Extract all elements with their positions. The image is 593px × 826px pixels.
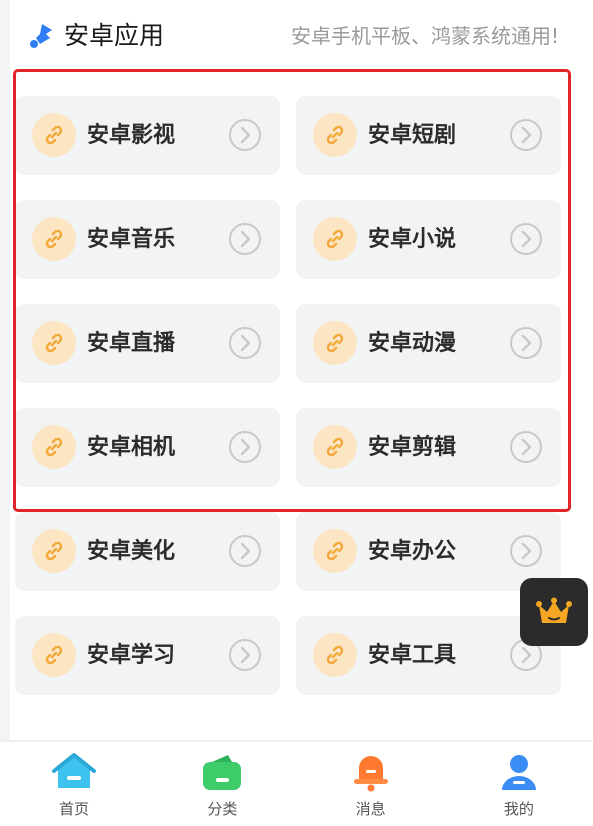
category-item-anime[interactable]: 安卓动漫 [296,304,561,383]
link-icon [32,113,76,157]
chevron-right-icon [229,639,261,671]
category-item-label: 安卓短剧 [368,123,457,148]
section-header: 安卓应用 安卓手机平板、鸿蒙系统通用! [10,0,593,70]
tab-label: 首页 [59,800,90,818]
category-item-label: 安卓动漫 [368,331,457,356]
puzzle-icon [30,24,52,48]
chevron-right-icon [510,535,542,567]
link-icon [32,217,76,261]
category-item-label: 安卓音乐 [87,227,176,252]
section-title: 安卓应用 [64,21,165,50]
link-icon [32,321,76,365]
bell-icon [353,756,388,792]
category-item-live[interactable]: 安卓直播 [15,304,280,383]
chevron-right-icon [510,431,542,463]
category-item-label: 安卓学习 [87,643,176,668]
category-item-short-drama[interactable]: 安卓短剧 [296,96,561,175]
category-item-label: 安卓相机 [87,435,176,460]
link-icon [313,529,357,573]
category-item-label: 安卓工具 [368,643,457,668]
vip-float-button[interactable] [520,578,588,646]
category-item-label: 安卓直播 [87,331,176,356]
link-icon [313,633,357,677]
category-item-camera[interactable]: 安卓相机 [15,408,280,487]
chevron-right-icon [510,223,542,255]
category-item-label: 安卓美化 [87,539,176,564]
tab-messages[interactable]: 消息 [297,742,445,826]
link-icon [313,321,357,365]
bottom-tabbar: 首页 分类 消息 我的 [0,741,593,826]
wallet-icon [203,755,242,790]
category-item-label: 安卓小说 [368,227,457,252]
tab-label: 分类 [207,800,238,818]
category-item-label: 安卓影视 [87,123,176,148]
tab-label: 我的 [503,800,534,818]
tab-mine[interactable]: 我的 [445,742,593,826]
user-icon [501,755,536,790]
home-icon [52,753,97,788]
section-subtitle: 安卓手机平板、鸿蒙系统通用! [290,24,559,48]
chevron-right-icon [510,119,542,151]
chevron-right-icon [510,327,542,359]
chevron-right-icon [229,431,261,463]
link-icon [32,529,76,573]
category-item-label: 安卓剪辑 [368,435,457,460]
tab-home[interactable]: 首页 [0,742,148,826]
link-icon [313,113,357,157]
category-item-beautify[interactable]: 安卓美化 [15,512,280,591]
category-item-novels[interactable]: 安卓小说 [296,200,561,279]
category-item-label: 安卓办公 [368,539,457,564]
chevron-right-icon [229,327,261,359]
chevron-right-icon [229,119,261,151]
chevron-right-icon [229,223,261,255]
category-item-study[interactable]: 安卓学习 [15,616,280,695]
category-item-editing[interactable]: 安卓剪辑 [296,408,561,487]
category-item-movies[interactable]: 安卓影视 [15,96,280,175]
link-icon [32,633,76,677]
tab-label: 消息 [355,800,386,818]
category-item-office[interactable]: 安卓办公 [296,512,561,591]
link-icon [32,425,76,469]
crown-icon [536,597,572,623]
chevron-right-icon [229,535,261,567]
app-category-grid: 安卓影视 安卓短剧 安卓音乐 安卓小说 安卓直播 安卓动漫 安卓相机 安卓剪辑 [15,96,561,695]
tab-category[interactable]: 分类 [148,742,296,826]
link-icon [313,217,357,261]
link-icon [313,425,357,469]
category-item-music[interactable]: 安卓音乐 [15,200,280,279]
